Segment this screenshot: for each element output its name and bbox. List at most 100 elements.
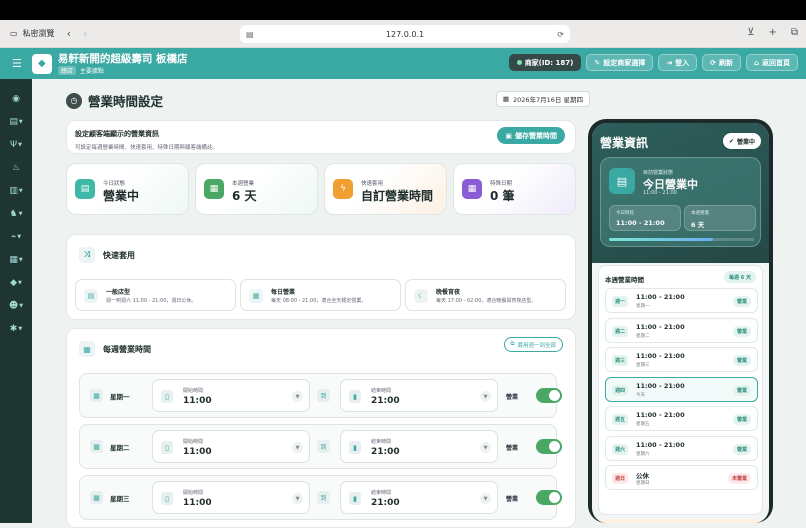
gear-icon: ✱ <box>9 323 18 334</box>
check-circle-icon: ✔ <box>728 137 734 145</box>
phone-week-panel: 本週營業時間 每週 6 天 週一 11:00 - 21:00 星期一 營業 週二 11:0… <box>598 265 763 515</box>
phone-title: 營業資訊 <box>600 136 649 150</box>
weekday-sub: 今天 <box>636 392 645 398</box>
weekday-status-badge: 營業 <box>732 414 751 425</box>
phone-status-badge: ✔ 營業中 <box>722 133 761 149</box>
stat-label: 特殊日期 <box>490 181 513 187</box>
day-name: 星期三 <box>110 495 130 503</box>
phone-mini-week: 本週營業 6 天 <box>684 205 756 231</box>
refresh-button[interactable]: ⟳ 刷新 <box>702 54 741 71</box>
url-text: 127.0.0.1 <box>385 29 425 39</box>
forward-icon[interactable]: › <box>83 27 87 40</box>
chevron-down-icon: ▼ <box>480 442 491 453</box>
login-icon: ⇥ <box>666 58 673 67</box>
sidebar-item-promotions[interactable]: ◆ ▼ <box>0 271 32 294</box>
chevron-down-icon: ▼ <box>292 493 303 504</box>
copy-icon: ⧉ <box>510 341 515 347</box>
chevron-down-icon: ▼ <box>480 391 491 402</box>
merchant-button[interactable]: 商家(ID: 187) <box>508 54 582 71</box>
calendar-day-icon: ▦ <box>90 389 103 402</box>
boxes-icon: ▦ <box>9 254 18 265</box>
tag-icon: ◆ <box>10 277 18 288</box>
quick-apply-option[interactable]: ▤ 一般店型 週一到週六 11:00 - 21:00，週日公休。 <box>75 279 236 311</box>
sidebar-item-tables[interactable]: ▥ ▼ <box>0 179 32 202</box>
stat-label: 快速套用 <box>361 181 384 187</box>
stat-today-status: ▤ 今日狀態 營業中 <box>66 163 189 215</box>
weekday-status-badge: 未營業 <box>727 473 751 484</box>
calendar-day-icon: ▦ <box>90 491 103 504</box>
menu-icon[interactable]: ☰ <box>12 57 22 70</box>
open-time-select[interactable]: ▯ 開始時間 11:00 ▼ <box>152 430 310 463</box>
sidebar-item-dashboard[interactable]: ◉ <box>0 87 32 110</box>
wrench-icon: ✎ <box>594 58 601 67</box>
open-time-label: 開始時間 <box>183 490 204 496</box>
sidebar-item-kitchen[interactable]: ♨ <box>0 156 32 179</box>
close-time-select[interactable]: ▮ 結束時間 21:00 ▼ <box>340 379 498 412</box>
moon-icon: ☾ <box>414 289 428 303</box>
back-icon[interactable]: ‹ <box>67 27 71 40</box>
day-row: ▦ 星期二 ▯ 開始時間 11:00 ▼ 到 ▮ 結束時間 21:00 ▼ 營業 <box>79 424 562 469</box>
weekday-status-badge: 營業 <box>732 384 751 396</box>
private-browsing-indicator[interactable]: ▭ 私密瀏覽 <box>10 28 55 39</box>
weekday-sub: 星期日 <box>636 481 650 486</box>
new-tab-icon[interactable]: + <box>768 27 776 38</box>
open-toggle[interactable] <box>536 388 562 403</box>
sidebar-item-reports[interactable]: ⌁ ▼ <box>0 225 32 248</box>
sidebar-item-orders[interactable]: ▤ ▼ <box>0 110 32 133</box>
store-logo: ◆ <box>31 53 52 74</box>
chevron-down-icon: ▼ <box>18 325 23 332</box>
store-sub: 主要據點 <box>79 67 104 75</box>
door-open-icon: ▯ <box>161 492 173 505</box>
close-time-label: 結束時間 <box>371 490 392 496</box>
quick-apply-option[interactable]: ▦ 每日營業 每天 08:00 - 21:00，適合全天穩定營業。 <box>240 279 401 311</box>
door-closed-icon: ▮ <box>349 390 361 403</box>
door-closed-icon: ▮ <box>349 492 361 505</box>
weekly-hours-card: ▦ 每週營業時間 ⧉ 套用週一到全部 ▦ 星期一 ▯ 開始時間 11:00 ▼ 到… <box>66 328 576 528</box>
sidebar-toggle-icon[interactable]: ▭ <box>10 29 18 38</box>
sidebar-item-settings[interactable]: ✱ ▼ <box>0 317 32 340</box>
phone-week-row: 週三 11:00 - 21:00 星期三 營業 <box>605 347 758 372</box>
calendar-special-icon: ▦ <box>462 179 482 199</box>
week-panel-title: 本週營業時間 <box>605 276 644 284</box>
settings-title: 設定顧客端顯示的營業資訊 <box>75 130 159 138</box>
store-icon: ▤ <box>75 179 95 199</box>
sidebar-item-menu[interactable]: Ψ ▼ <box>0 133 32 156</box>
mini-label: 本週營業 <box>691 211 709 216</box>
open-status-label: 營業 <box>506 445 519 452</box>
open-toggle[interactable] <box>536 439 562 454</box>
apply-all-button[interactable]: ⧉ 套用週一到全部 <box>503 337 563 352</box>
weekday-status-badge: 營業 <box>732 296 751 307</box>
close-time-select[interactable]: ▮ 結束時間 21:00 ▼ <box>340 430 498 463</box>
weekday-time: 11:00 - 21:00 <box>636 411 685 419</box>
home-button[interactable]: ⌂ 返回首頁 <box>745 54 798 71</box>
quick-apply-option[interactable]: ☾ 晚餐宵夜 每天 17:00 - 02:00，適合晚餐與宵夜店型。 <box>405 279 566 311</box>
save-button[interactable]: ▣ 儲存營業時間 <box>497 127 565 144</box>
close-time-select[interactable]: ▮ 結束時間 21:00 ▼ <box>340 481 498 514</box>
stat-value: 營業中 <box>103 189 140 203</box>
open-time-value: 11:00 <box>183 447 212 457</box>
quick-option-desc: 每天 08:00 - 21:00，適合全天穩定營業。 <box>271 298 367 304</box>
sidebar-item-delivery[interactable]: ♞ ▼ <box>0 202 32 225</box>
download-icon[interactable]: ⊻ <box>747 27 754 38</box>
calendar-icon: ▦ <box>204 179 224 199</box>
date-display: ▦ 2026年7月16日 星期四 <box>495 91 590 107</box>
weekday-time: 公休 <box>636 472 649 480</box>
door-closed-icon: ▮ <box>349 441 361 454</box>
sidebar-item-staff[interactable]: ☻ ▼ <box>0 294 32 317</box>
merchant-settings-label: 設定商家選擇 <box>603 58 646 67</box>
reload-icon[interactable]: ⟳ <box>557 30 564 39</box>
phone-status-small: 目前營業狀態 <box>643 170 674 176</box>
chevron-down-icon: ▼ <box>18 279 22 286</box>
login-button[interactable]: ⇥ 登入 <box>658 54 698 71</box>
sidebar-item-inventory[interactable]: ▦ ▼ <box>0 248 32 271</box>
close-time-value: 21:00 <box>371 396 400 406</box>
weekday-tag: 週日 <box>612 473 628 484</box>
open-toggle[interactable] <box>536 490 562 505</box>
save-icon: ▣ <box>505 131 512 140</box>
merchant-settings-button[interactable]: ✎ 設定商家選擇 <box>586 54 654 71</box>
open-time-select[interactable]: ▯ 開始時間 11:00 ▼ <box>152 481 310 514</box>
address-bar[interactable]: ▤ 127.0.0.1 ⟳ <box>240 25 570 43</box>
tabs-overview-icon[interactable]: ⧉ <box>791 27 798 38</box>
open-time-select[interactable]: ▯ 開始時間 11:00 ▼ <box>152 379 310 412</box>
close-time-value: 21:00 <box>371 498 400 508</box>
